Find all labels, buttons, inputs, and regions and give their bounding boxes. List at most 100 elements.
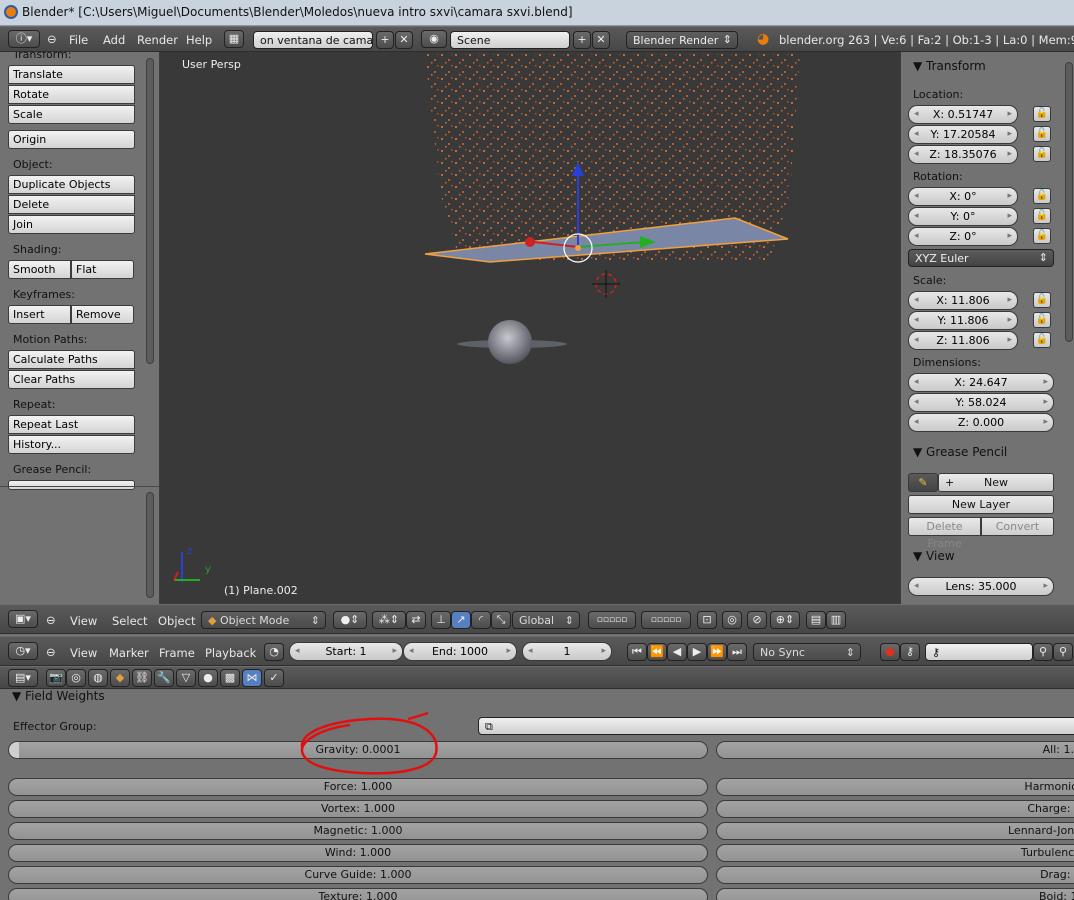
new-layer-button[interactable]: New Layer (908, 495, 1054, 514)
properties-scrollbar[interactable] (1065, 62, 1073, 342)
grease-pencil-buttons[interactable] (8, 480, 135, 490)
rotate-button[interactable]: Rotate (8, 85, 135, 104)
boid-slider[interactable]: Boid: 1. (716, 888, 1074, 900)
grease-pencil-panel-header[interactable]: ▼ Grease Pencil (905, 442, 1057, 464)
turbulence-slider[interactable]: Turbulence (716, 844, 1074, 862)
add-screen-icon[interactable]: + (376, 31, 394, 49)
lock-icon[interactable]: 🔓 (1033, 292, 1051, 308)
jump-keyframe-forward-icon[interactable]: ⏩ (707, 643, 727, 661)
lock-icon[interactable]: 🔓 (1033, 228, 1051, 244)
field-weights-header[interactable]: ▼ Field Weights (12, 689, 105, 703)
origin-button[interactable]: Origin (8, 130, 135, 149)
operator-scrollbar[interactable] (146, 492, 154, 598)
jump-end-icon[interactable]: ⏭ (727, 643, 747, 661)
scene-field[interactable]: Scene (450, 31, 570, 49)
constraints-context-icon[interactable]: ⛓ (132, 669, 152, 687)
menu-file[interactable]: File (69, 33, 88, 47)
menu-render[interactable]: Render (137, 33, 178, 47)
scale-y-field[interactable]: Y: 11.806 (908, 311, 1018, 330)
lock-icon[interactable]: 🔓 (1033, 332, 1051, 348)
clear-paths-button[interactable]: Clear Paths (8, 370, 135, 389)
scene-context-icon[interactable]: ◎ (66, 669, 86, 687)
magnetic-slider[interactable]: Magnetic: 1.000 (8, 822, 708, 840)
keying-set-field[interactable]: ⚷ (925, 643, 1033, 661)
menu-object[interactable]: Object (158, 614, 195, 628)
menu-marker[interactable]: Marker (109, 646, 149, 660)
menu-select[interactable]: Select (112, 614, 147, 628)
start-frame-field[interactable]: Start: 1 (289, 642, 403, 661)
transform-panel-header[interactable]: ▼ Transform (905, 56, 1057, 78)
lock-icon[interactable]: 🔓 (1033, 106, 1051, 122)
wind-slider[interactable]: Wind: 1.000 (8, 844, 708, 862)
toolshelf-scrollbar[interactable] (146, 58, 154, 364)
jump-keyframe-back-icon[interactable]: ⏪ (647, 643, 667, 661)
play-icon[interactable]: ▶ (687, 643, 707, 661)
collapse-menu-icon[interactable]: ⊖ (47, 32, 57, 46)
scene-icon[interactable]: ◉ (421, 30, 447, 48)
menu-help[interactable]: Help (186, 33, 212, 47)
dimension-x-field[interactable]: X: 24.647 (908, 373, 1054, 392)
render-context-icon[interactable]: 📷 (46, 669, 66, 687)
lock-icon[interactable]: 🔓 (1033, 146, 1051, 162)
join-button[interactable]: Join (8, 215, 135, 234)
menu-view[interactable]: View (70, 646, 97, 660)
rotate-manipulator-icon[interactable]: ◜ (471, 611, 491, 629)
insert-key-icon[interactable]: ⚲ (1033, 643, 1053, 661)
location-x-field[interactable]: X: 0.51747 (908, 105, 1018, 124)
render-animation-icon[interactable]: ▥ (826, 611, 846, 629)
curve-guide-slider[interactable]: Curve Guide: 1.000 (8, 866, 708, 884)
lock-icon[interactable]: 🔓 (1033, 126, 1051, 142)
render-engine-select[interactable]: Blender Render ⇕ (626, 31, 738, 49)
add-scene-icon[interactable]: + (573, 31, 591, 49)
collapse-menu-icon[interactable]: ⊖ (46, 645, 56, 659)
scale-z-field[interactable]: Z: 11.806 (908, 331, 1018, 350)
material-context-icon[interactable]: ● (198, 669, 218, 687)
snap-element-icon[interactable]: ⊕⇕ (770, 611, 800, 629)
history-button[interactable]: History... (8, 435, 135, 454)
lock-icon[interactable]: 🔓 (1033, 208, 1051, 224)
menu-playback[interactable]: Playback (205, 646, 256, 660)
viewport-shading-icon[interactable]: ●⇕ (333, 611, 367, 629)
object-context-icon[interactable]: ◆ (110, 669, 130, 687)
lock-icon[interactable]: 🔓 (1033, 312, 1051, 328)
editor-type-info-button[interactable]: ⓘ▾ (8, 30, 40, 48)
charge-slider[interactable]: Charge: 1 (716, 800, 1074, 818)
collapse-menu-icon[interactable]: ⊖ (46, 613, 56, 627)
record-icon[interactable]: ● (880, 643, 900, 661)
smooth-button[interactable]: Smooth (8, 260, 71, 279)
scale-manipulator-icon[interactable]: ⤡ (491, 611, 511, 629)
rotation-mode-select[interactable]: XYZ Euler ⇕ (908, 249, 1054, 267)
translate-manipulator-icon[interactable]: ⊥ (431, 611, 451, 629)
pivot-point-icon[interactable]: ⁂⇕ (372, 611, 406, 629)
location-z-field[interactable]: Z: 18.35076 (908, 145, 1018, 164)
texture-slider[interactable]: Texture: 1.000 (8, 888, 708, 900)
snap-icon[interactable]: ⊘ (747, 611, 767, 629)
menu-add[interactable]: Add (103, 33, 125, 47)
dimension-z-field[interactable]: Z: 0.000 (908, 413, 1054, 432)
translate-button[interactable]: Translate (8, 65, 135, 84)
grease-new-button[interactable]: + New (938, 473, 1054, 492)
effector-group-field[interactable]: ⧉ (478, 717, 1074, 735)
sync-mode-select[interactable]: No Sync ⇕ (753, 643, 861, 661)
editor-type-properties-button[interactable]: ▤▾ (8, 669, 38, 687)
convert-button[interactable]: Convert (981, 517, 1054, 536)
all-slider[interactable]: All: 1.0 (716, 741, 1074, 759)
jump-start-icon[interactable]: ⏮ (627, 643, 647, 661)
physics-context-icon[interactable]: ✓ (264, 669, 284, 687)
layers-grid-icon[interactable]: ▫▫▫▫▫ (641, 611, 691, 629)
layer-lock-icon[interactable]: ⊡ (697, 611, 717, 629)
remove-scene-icon[interactable]: ✕ (592, 31, 610, 49)
remove-keyframe-button[interactable]: Remove (71, 305, 134, 324)
particles-context-icon[interactable]: ⋈ (242, 669, 262, 687)
end-frame-field[interactable]: End: 1000 (403, 642, 517, 661)
editor-type-timeline-button[interactable]: ◷▾ (8, 642, 38, 660)
force-slider[interactable]: Force: 1.000 (8, 778, 708, 796)
rotation-z-field[interactable]: Z: 0° (908, 227, 1018, 246)
screen-layout-icon[interactable]: ▦ (224, 30, 244, 48)
lock-icon[interactable]: 🔓 (1033, 188, 1051, 204)
modifiers-context-icon[interactable]: 🔧 (154, 669, 174, 687)
play-reverse-icon[interactable]: ◀ (667, 643, 687, 661)
world-context-icon[interactable]: ◍ (88, 669, 108, 687)
screen-layout-field[interactable]: on ventana de camara (253, 31, 373, 49)
proportional-edit-icon[interactable]: ◎ (722, 611, 742, 629)
